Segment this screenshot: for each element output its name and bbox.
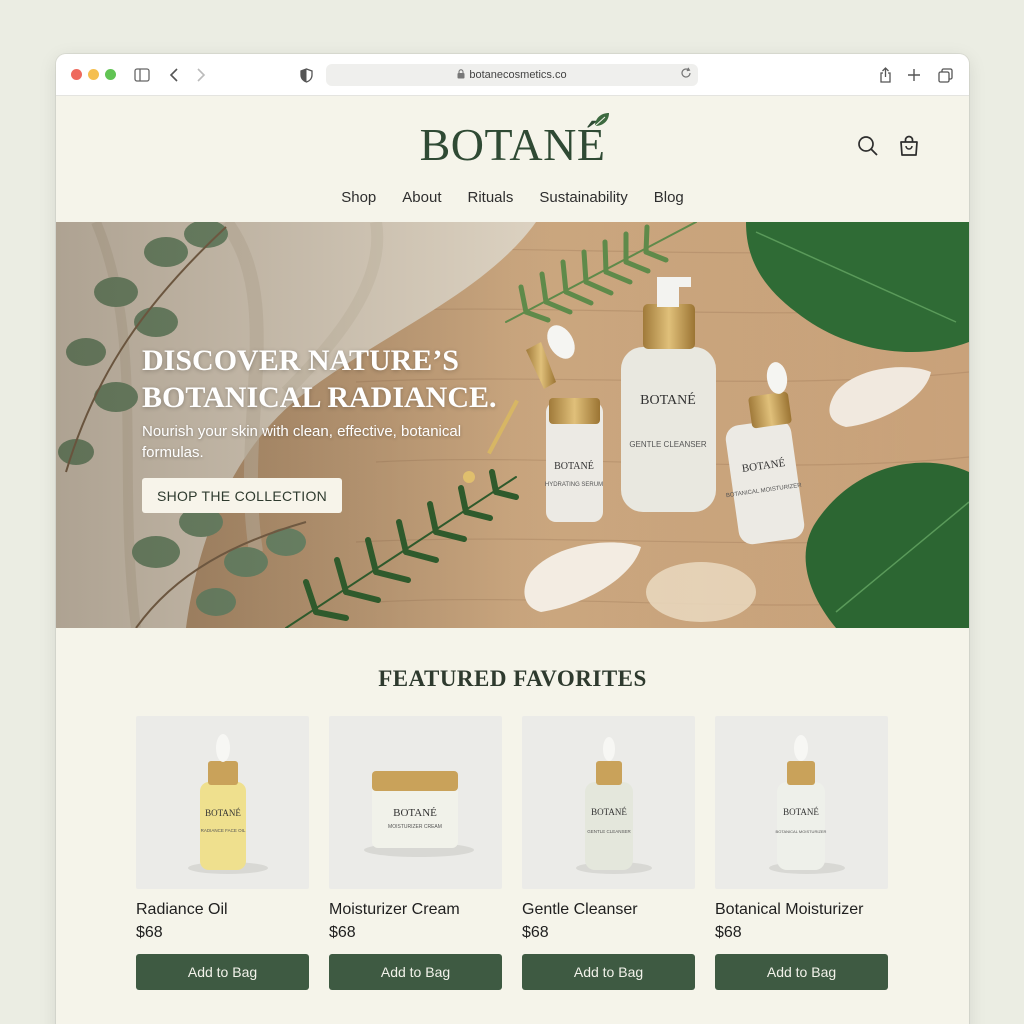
product-price: $68 <box>522 924 549 941</box>
cleanser-label-text: GENTLE CLEANSER <box>629 440 707 449</box>
svg-text:MOISTURIZER CREAM: MOISTURIZER CREAM <box>388 824 442 830</box>
nav-rituals[interactable]: Rituals <box>467 189 513 206</box>
svg-text:GENTLE CLEANSER: GENTLE CLEANSER <box>587 829 631 834</box>
product-price: $68 <box>136 924 163 941</box>
product-price: $68 <box>715 924 742 941</box>
search-icon[interactable] <box>856 134 880 158</box>
product-card: BOTANÉ RADIANCE FACE OIL Radiance Oil $6… <box>136 716 309 990</box>
brand-logo[interactable]: BOTANÉ <box>56 118 969 171</box>
svg-text:BOTANÉ: BOTANÉ <box>783 807 819 817</box>
serum-label-text: HYDRATING SERUM <box>545 482 603 488</box>
url-text: botanecosmetics.co <box>469 69 567 81</box>
reload-icon[interactable] <box>680 67 692 82</box>
share-icon[interactable] <box>875 65 895 85</box>
lock-icon <box>457 68 465 82</box>
add-to-bag-button[interactable]: Add to Bag <box>329 954 502 990</box>
back-icon[interactable] <box>164 65 184 85</box>
add-to-bag-button[interactable]: Add to Bag <box>522 954 695 990</box>
nav-about[interactable]: About <box>402 189 441 206</box>
main-nav: Shop About Rituals Sustainability Blog <box>56 189 969 206</box>
new-tab-icon[interactable] <box>904 65 924 85</box>
leaf-icon <box>594 113 609 127</box>
nav-shop[interactable]: Shop <box>341 189 376 206</box>
product-price: $68 <box>329 924 356 941</box>
svg-text:BOTANÉ: BOTANÉ <box>205 808 241 818</box>
svg-text:RADIANCE FACE OIL: RADIANCE FACE OIL <box>201 828 246 833</box>
product-image[interactable]: BOTANÉ BOTANICAL MOISTURIZER <box>715 716 888 889</box>
forward-icon[interactable] <box>191 65 211 85</box>
nav-blog[interactable]: Blog <box>654 189 684 206</box>
add-to-bag-button[interactable]: Add to Bag <box>715 954 888 990</box>
product-name[interactable]: Botanical Moisturizer <box>715 901 888 923</box>
botanical-moisturizer-bottle <box>777 782 825 870</box>
tab-overview-icon[interactable] <box>935 65 955 85</box>
svg-text:BOTANICAL MOISTURIZER: BOTANICAL MOISTURIZER <box>776 829 827 834</box>
serum-label-brand: BOTANÉ <box>554 460 594 472</box>
hero-title: DISCOVER NATURE’S BOTANICAL RADIANCE. <box>142 342 542 416</box>
browser-window: botanecosmetics.co BOTANÉ Shop About Rit… <box>56 54 969 1024</box>
product-image[interactable]: BOTANÉ GENTLE CLEANSER <box>522 716 695 889</box>
product-card: BOTANÉ BOTANICAL MOISTURIZER Botanical M… <box>715 716 888 990</box>
product-name[interactable]: Gentle Cleanser <box>522 901 695 923</box>
product-name[interactable]: Radiance Oil <box>136 901 309 923</box>
product-image[interactable]: BOTANÉ MOISTURIZER CREAM <box>329 716 502 889</box>
radiance-oil-bottle <box>200 782 246 870</box>
hero-subtitle: Nourish your skin with clean, effective,… <box>142 423 462 461</box>
minimize-window-button[interactable] <box>88 69 99 80</box>
hero-title-line-2: BOTANICAL RADIANCE. <box>142 381 497 414</box>
featured-title: FEATURED FAVORITES <box>378 666 647 691</box>
address-bar[interactable]: botanecosmetics.co <box>326 64 698 86</box>
hero-banner: BOTANÉ HYDRATING SERUM BOTANÉ GENTLE CLE… <box>56 222 969 628</box>
hero-title-line-1: DISCOVER NATURE’S <box>142 344 459 377</box>
maximize-window-button[interactable] <box>105 69 116 80</box>
product-name[interactable]: Moisturizer Cream <box>329 901 502 923</box>
add-to-bag-button[interactable]: Add to Bag <box>136 954 309 990</box>
browser-toolbar: botanecosmetics.co <box>56 54 969 96</box>
product-card: BOTANÉ MOISTURIZER CREAM Moisturizer Cre… <box>329 716 502 990</box>
cleanser-label-brand: BOTANÉ <box>640 391 696 408</box>
gentle-cleanser-bottle <box>585 782 633 870</box>
product-card: BOTANÉ GENTLE CLEANSER Gentle Cleanser $… <box>522 716 695 990</box>
nav-sustainability[interactable]: Sustainability <box>539 189 627 206</box>
product-image[interactable]: BOTANÉ RADIANCE FACE OIL <box>136 716 309 889</box>
shop-collection-button[interactable]: SHOP THE COLLECTION <box>142 478 342 513</box>
sidebar-toggle-icon[interactable] <box>132 65 152 85</box>
site-header: BOTANÉ Shop About Rituals Sustainability… <box>56 96 969 222</box>
svg-text:BOTANÉ: BOTANÉ <box>393 807 437 819</box>
close-window-button[interactable] <box>71 69 82 80</box>
svg-text:BOTANÉ: BOTANÉ <box>591 807 627 817</box>
shopping-bag-icon[interactable] <box>897 134 921 158</box>
privacy-shield-icon[interactable] <box>296 65 316 85</box>
